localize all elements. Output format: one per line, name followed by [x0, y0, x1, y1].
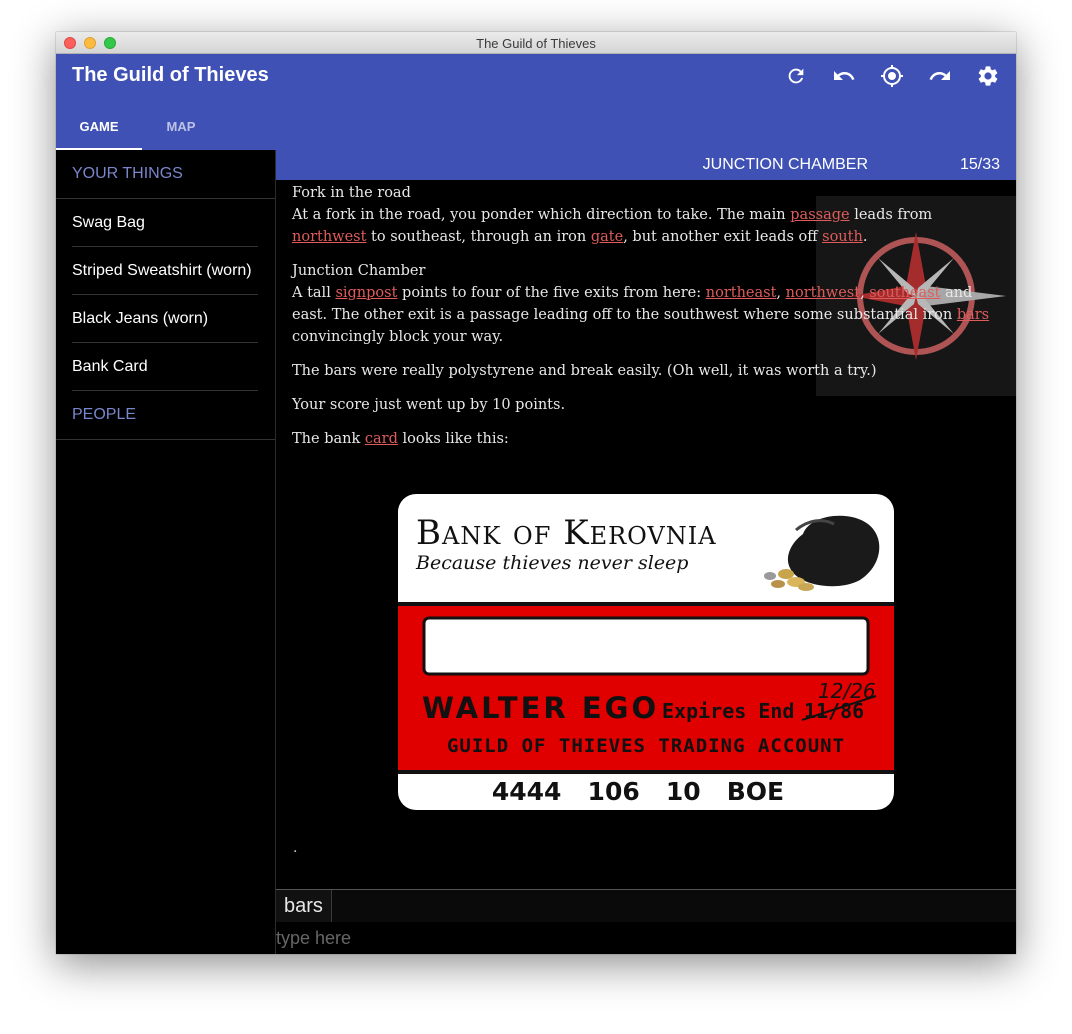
text-segment: , but another exit leads off — [623, 229, 823, 245]
game-transcript: Fork in the road At a fork in the road, … — [292, 182, 1004, 462]
transcript-end-marker: . — [293, 840, 298, 856]
text-segment: , — [776, 285, 786, 301]
settings-button[interactable] — [973, 62, 1003, 90]
command-input[interactable] — [276, 922, 1016, 954]
undo-icon — [834, 71, 855, 80]
sidebar-item-black-jeans[interactable]: Black Jeans (worn) — [72, 295, 258, 343]
room-title-junction: Junction Chamber — [292, 263, 426, 279]
settings-icon — [978, 66, 998, 86]
text-segment: leads from — [849, 207, 933, 223]
app-title: The Guild of Thieves — [72, 64, 269, 86]
link-signpost[interactable]: signpost — [335, 285, 397, 301]
redo-button[interactable] — [925, 62, 955, 90]
refresh-button[interactable] — [781, 62, 811, 90]
app-bar: The Guild of Thieves GAME MAP — [56, 54, 1016, 150]
sidebar-item-striped-sweatshirt[interactable]: Striped Sweatshirt (worn) — [72, 247, 258, 295]
undo-button[interactable] — [829, 62, 859, 90]
locate-icon — [881, 65, 903, 87]
card-expires-new: 12/26 — [818, 679, 876, 703]
game-panel: JUNCTION CHAMBER 15/33 Fork in the road … — [276, 150, 1016, 954]
text-segment: , — [860, 285, 870, 301]
link-southeast[interactable]: southeast — [869, 285, 940, 301]
location-bar: JUNCTION CHAMBER 15/33 — [276, 150, 1016, 180]
locate-button[interactable] — [877, 62, 907, 90]
card-expires-label: Expires End — [662, 699, 794, 723]
window-titlebar: The Guild of Thieves — [56, 32, 1016, 54]
text-segment: At a fork in the road, you ponder which … — [292, 207, 791, 223]
link-gate[interactable]: gate — [591, 229, 623, 245]
text-segment: The bank — [292, 431, 365, 447]
app-window: The Guild of Thieves The Guild of Thieve… — [56, 32, 1016, 954]
tab-game[interactable]: GAME — [56, 102, 142, 150]
last-command-chip[interactable]: bars — [276, 890, 332, 922]
paragraph-fork: Fork in the road At a fork in the road, … — [292, 182, 1004, 248]
paragraph-score: Your score just went up by 10 points. — [292, 397, 566, 413]
link-passage[interactable]: passage — [790, 207, 849, 223]
people-header[interactable]: PEOPLE — [56, 391, 275, 440]
card-signature-strip — [422, 616, 870, 676]
score-counter: 15/33 — [959, 156, 1000, 173]
link-bars[interactable]: bars — [957, 307, 989, 323]
link-northwest-2[interactable]: northwest — [786, 285, 860, 301]
card-holder-name: WALTER EGO — [422, 691, 659, 725]
card-number: 4444 106 10 BOE — [492, 777, 784, 806]
refresh-icon — [788, 68, 804, 84]
sidebar: YOUR THINGS Swag Bag Striped Sweatshirt … — [56, 150, 276, 954]
command-history: bars — [276, 889, 1016, 922]
text-segment: A tall — [292, 285, 336, 301]
text-segment: to southeast, through an iron — [366, 229, 591, 245]
text-segment: convincingly block your way. — [292, 329, 504, 345]
card-account-type: GUILD OF THIEVES TRADING ACCOUNT — [447, 735, 845, 757]
sidebar-item-swag-bag[interactable]: Swag Bag — [72, 199, 258, 247]
your-things-header[interactable]: YOUR THINGS — [56, 150, 275, 199]
paragraph-junction: Junction Chamber A tall signpost points … — [292, 260, 1004, 348]
link-card[interactable]: card — [365, 431, 398, 447]
paragraph-bars: The bars were really polystyrene and bre… — [292, 363, 877, 379]
link-northwest[interactable]: northwest — [292, 229, 366, 245]
sidebar-item-bank-card[interactable]: Bank Card — [72, 343, 258, 391]
paragraph-card: The bank card looks like this: — [292, 428, 1004, 450]
text-segment: looks like this: — [397, 431, 509, 447]
link-northeast[interactable]: northeast — [706, 285, 777, 301]
card-slogan: Because thieves never sleep — [415, 552, 688, 574]
window-title: The Guild of Thieves — [476, 36, 596, 51]
bank-card-graphic: Bank of Kerovnia Because thieves never s… — [398, 494, 894, 810]
command-input-row — [276, 922, 1016, 954]
text-segment: points to four of the five exits from he… — [397, 285, 706, 301]
location-name: JUNCTION CHAMBER — [702, 156, 868, 173]
tab-map[interactable]: MAP — [142, 102, 220, 150]
room-title-fork: Fork in the road — [292, 185, 411, 201]
bank-card-image: Bank of Kerovnia Because thieves never s… — [398, 494, 894, 810]
card-bank-name: Bank of Kerovnia — [416, 513, 717, 553]
link-south[interactable]: south — [822, 229, 863, 245]
text-segment: . — [862, 229, 868, 245]
redo-icon — [929, 71, 950, 80]
